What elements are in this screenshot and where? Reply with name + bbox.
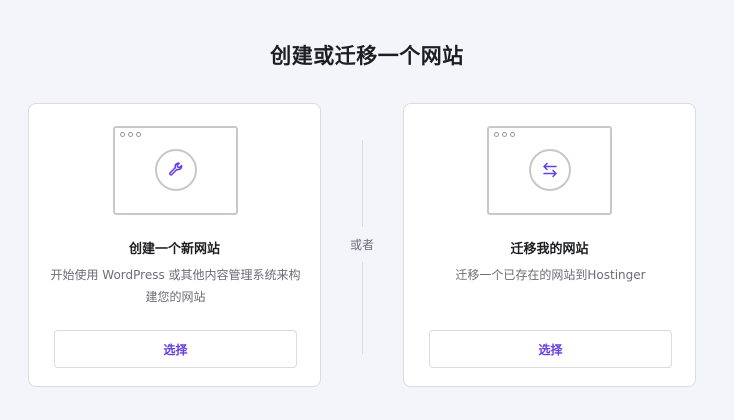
- transfer-arrows-icon: [529, 149, 571, 191]
- window-dot-icon: [510, 132, 515, 137]
- card-title: 迁移我的网站: [510, 242, 589, 257]
- card-title: 创建一个新网站: [128, 242, 220, 257]
- divider-line-bottom: [362, 262, 363, 354]
- window-dot-icon: [128, 132, 133, 137]
- select-migrate-button[interactable]: 选择: [429, 330, 672, 368]
- browser-window-illustration: [113, 126, 238, 215]
- window-dot-icon: [494, 132, 499, 137]
- wrench-icon: [155, 149, 197, 191]
- divider-line-top: [362, 140, 363, 227]
- window-dot-icon: [502, 132, 507, 137]
- create-website-card[interactable]: 创建一个新网站 开始使用 WordPress 或其他内容管理系统来构建您的网站 …: [28, 103, 321, 387]
- page-title: 创建或迁移一个网站: [270, 44, 464, 68]
- migrate-website-card[interactable]: 迁移我的网站 迁移一个已存在的网站到Hostinger 选择: [403, 103, 696, 387]
- window-dot-icon: [120, 132, 125, 137]
- window-dot-icon: [136, 132, 141, 137]
- browser-window-illustration: [487, 126, 612, 215]
- card-description: 开始使用 WordPress 或其他内容管理系统来构建您的网站: [50, 268, 301, 304]
- card-description: 迁移一个已存在的网站到Hostinger: [455, 268, 646, 282]
- select-create-button[interactable]: 选择: [54, 330, 297, 368]
- window-dots: [494, 132, 515, 137]
- window-dots: [120, 132, 141, 137]
- divider-label: 或者: [349, 238, 374, 252]
